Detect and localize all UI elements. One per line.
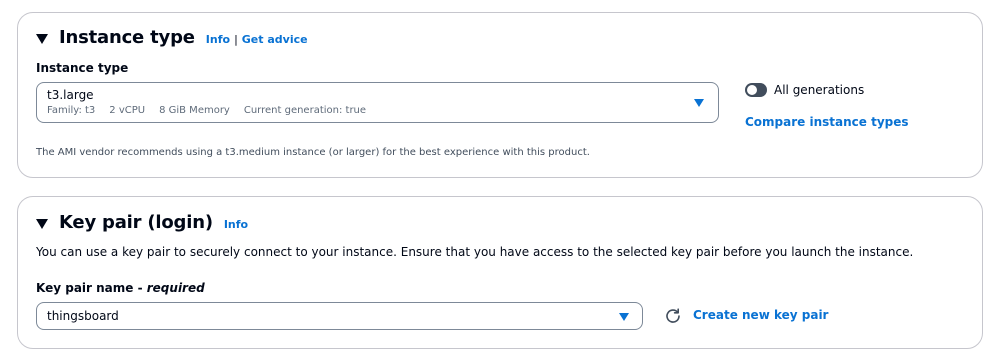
meta-vcpu: 2 vCPU bbox=[109, 105, 146, 116]
link-separator: | bbox=[234, 33, 238, 46]
refresh-icon[interactable] bbox=[665, 308, 681, 324]
selected-key-pair: thingsboard bbox=[47, 309, 119, 323]
collapse-caret-icon[interactable] bbox=[36, 33, 48, 44]
instance-type-header: Instance type Info | Get advice bbox=[36, 27, 308, 48]
collapse-caret-icon[interactable] bbox=[36, 218, 48, 229]
ami-vendor-hint: The AMI vendor recommends using a t3.med… bbox=[36, 147, 590, 158]
compare-instance-types-link[interactable]: Compare instance types bbox=[745, 115, 909, 129]
instance-type-select[interactable]: t3.large Family: t3 2 vCPU 8 GiB Memory … bbox=[36, 82, 719, 123]
create-key-pair-link[interactable]: Create new key pair bbox=[693, 308, 828, 322]
key-pair-header: Key pair (login) Info bbox=[36, 212, 248, 233]
dropdown-arrow-icon[interactable] bbox=[619, 313, 629, 321]
key-pair-name-label: Key pair name - required bbox=[36, 281, 205, 295]
toggle-knob bbox=[747, 85, 757, 95]
get-advice-link[interactable]: Get advice bbox=[242, 33, 308, 46]
all-generations-label: All generations bbox=[774, 83, 865, 97]
key-pair-description: You can use a key pair to securely conne… bbox=[36, 245, 914, 259]
info-link[interactable]: Info bbox=[224, 218, 248, 231]
info-link[interactable]: Info bbox=[206, 33, 230, 46]
panel-title: Instance type bbox=[59, 27, 195, 48]
dropdown-arrow-icon[interactable] bbox=[694, 99, 704, 107]
selected-instance-type: t3.large bbox=[47, 88, 94, 102]
meta-generation: Current generation: true bbox=[243, 105, 367, 116]
instance-meta: Family: t3 2 vCPU 8 GiB Memory Current g… bbox=[47, 105, 380, 116]
key-pair-panel: Key pair (login) Info You can use a key … bbox=[17, 196, 983, 349]
instance-type-panel: Instance type Info | Get advice Instance… bbox=[17, 12, 983, 178]
instance-type-label: Instance type bbox=[36, 61, 129, 75]
all-generations-toggle[interactable] bbox=[745, 83, 767, 97]
key-pair-name-label-text: Key pair name - bbox=[36, 281, 147, 295]
required-marker: required bbox=[146, 281, 205, 295]
panel-title: Key pair (login) bbox=[59, 212, 213, 233]
key-pair-select[interactable]: thingsboard bbox=[36, 302, 643, 330]
meta-family: Family: t3 bbox=[47, 105, 96, 116]
meta-memory: 8 GiB Memory bbox=[159, 105, 230, 116]
